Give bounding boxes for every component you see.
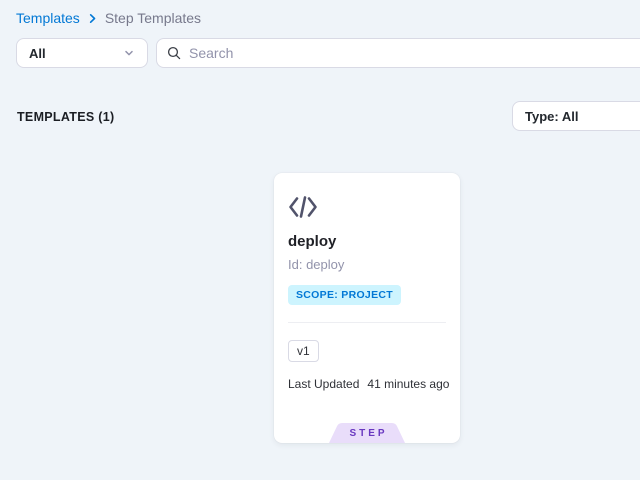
- breadcrumb-current-page: Step Templates: [105, 10, 201, 26]
- breadcrumb-link-templates[interactable]: Templates: [16, 10, 80, 26]
- type-filter-value: Type: All: [525, 109, 578, 124]
- templates-count-label: TEMPLATES (1): [17, 110, 114, 124]
- template-id: Id: deploy: [288, 257, 344, 272]
- scope-badge: SCOPE: PROJECT: [288, 285, 401, 305]
- breadcrumb-chevron-right-icon: [87, 13, 98, 24]
- type-filter-dropdown[interactable]: Type: All: [512, 101, 640, 131]
- template-title: deploy: [288, 233, 336, 250]
- last-updated-row: Last Updated 41 minutes ago: [288, 377, 449, 391]
- card-divider: [288, 322, 446, 323]
- step-type-tab: STEP: [329, 423, 405, 443]
- chevron-down-icon: [123, 47, 135, 59]
- code-icon: [288, 195, 318, 224]
- last-updated-value: 41 minutes ago: [367, 377, 449, 391]
- type-tab-label: STEP: [329, 423, 405, 443]
- last-updated-label: Last Updated: [288, 377, 359, 391]
- step-templates-page: Templates Step Templates All TEMPLATES (…: [0, 0, 640, 480]
- version-chip[interactable]: v1: [288, 340, 319, 362]
- breadcrumb: Templates Step Templates: [16, 10, 201, 26]
- search-icon: [167, 46, 181, 60]
- scope-filter-value: All: [29, 46, 46, 61]
- scope-filter-dropdown[interactable]: All: [16, 38, 148, 68]
- search-input[interactable]: [189, 45, 640, 61]
- template-card[interactable]: deploy Id: deploy SCOPE: PROJECT v1 Last…: [274, 173, 460, 443]
- search-box[interactable]: [156, 38, 640, 68]
